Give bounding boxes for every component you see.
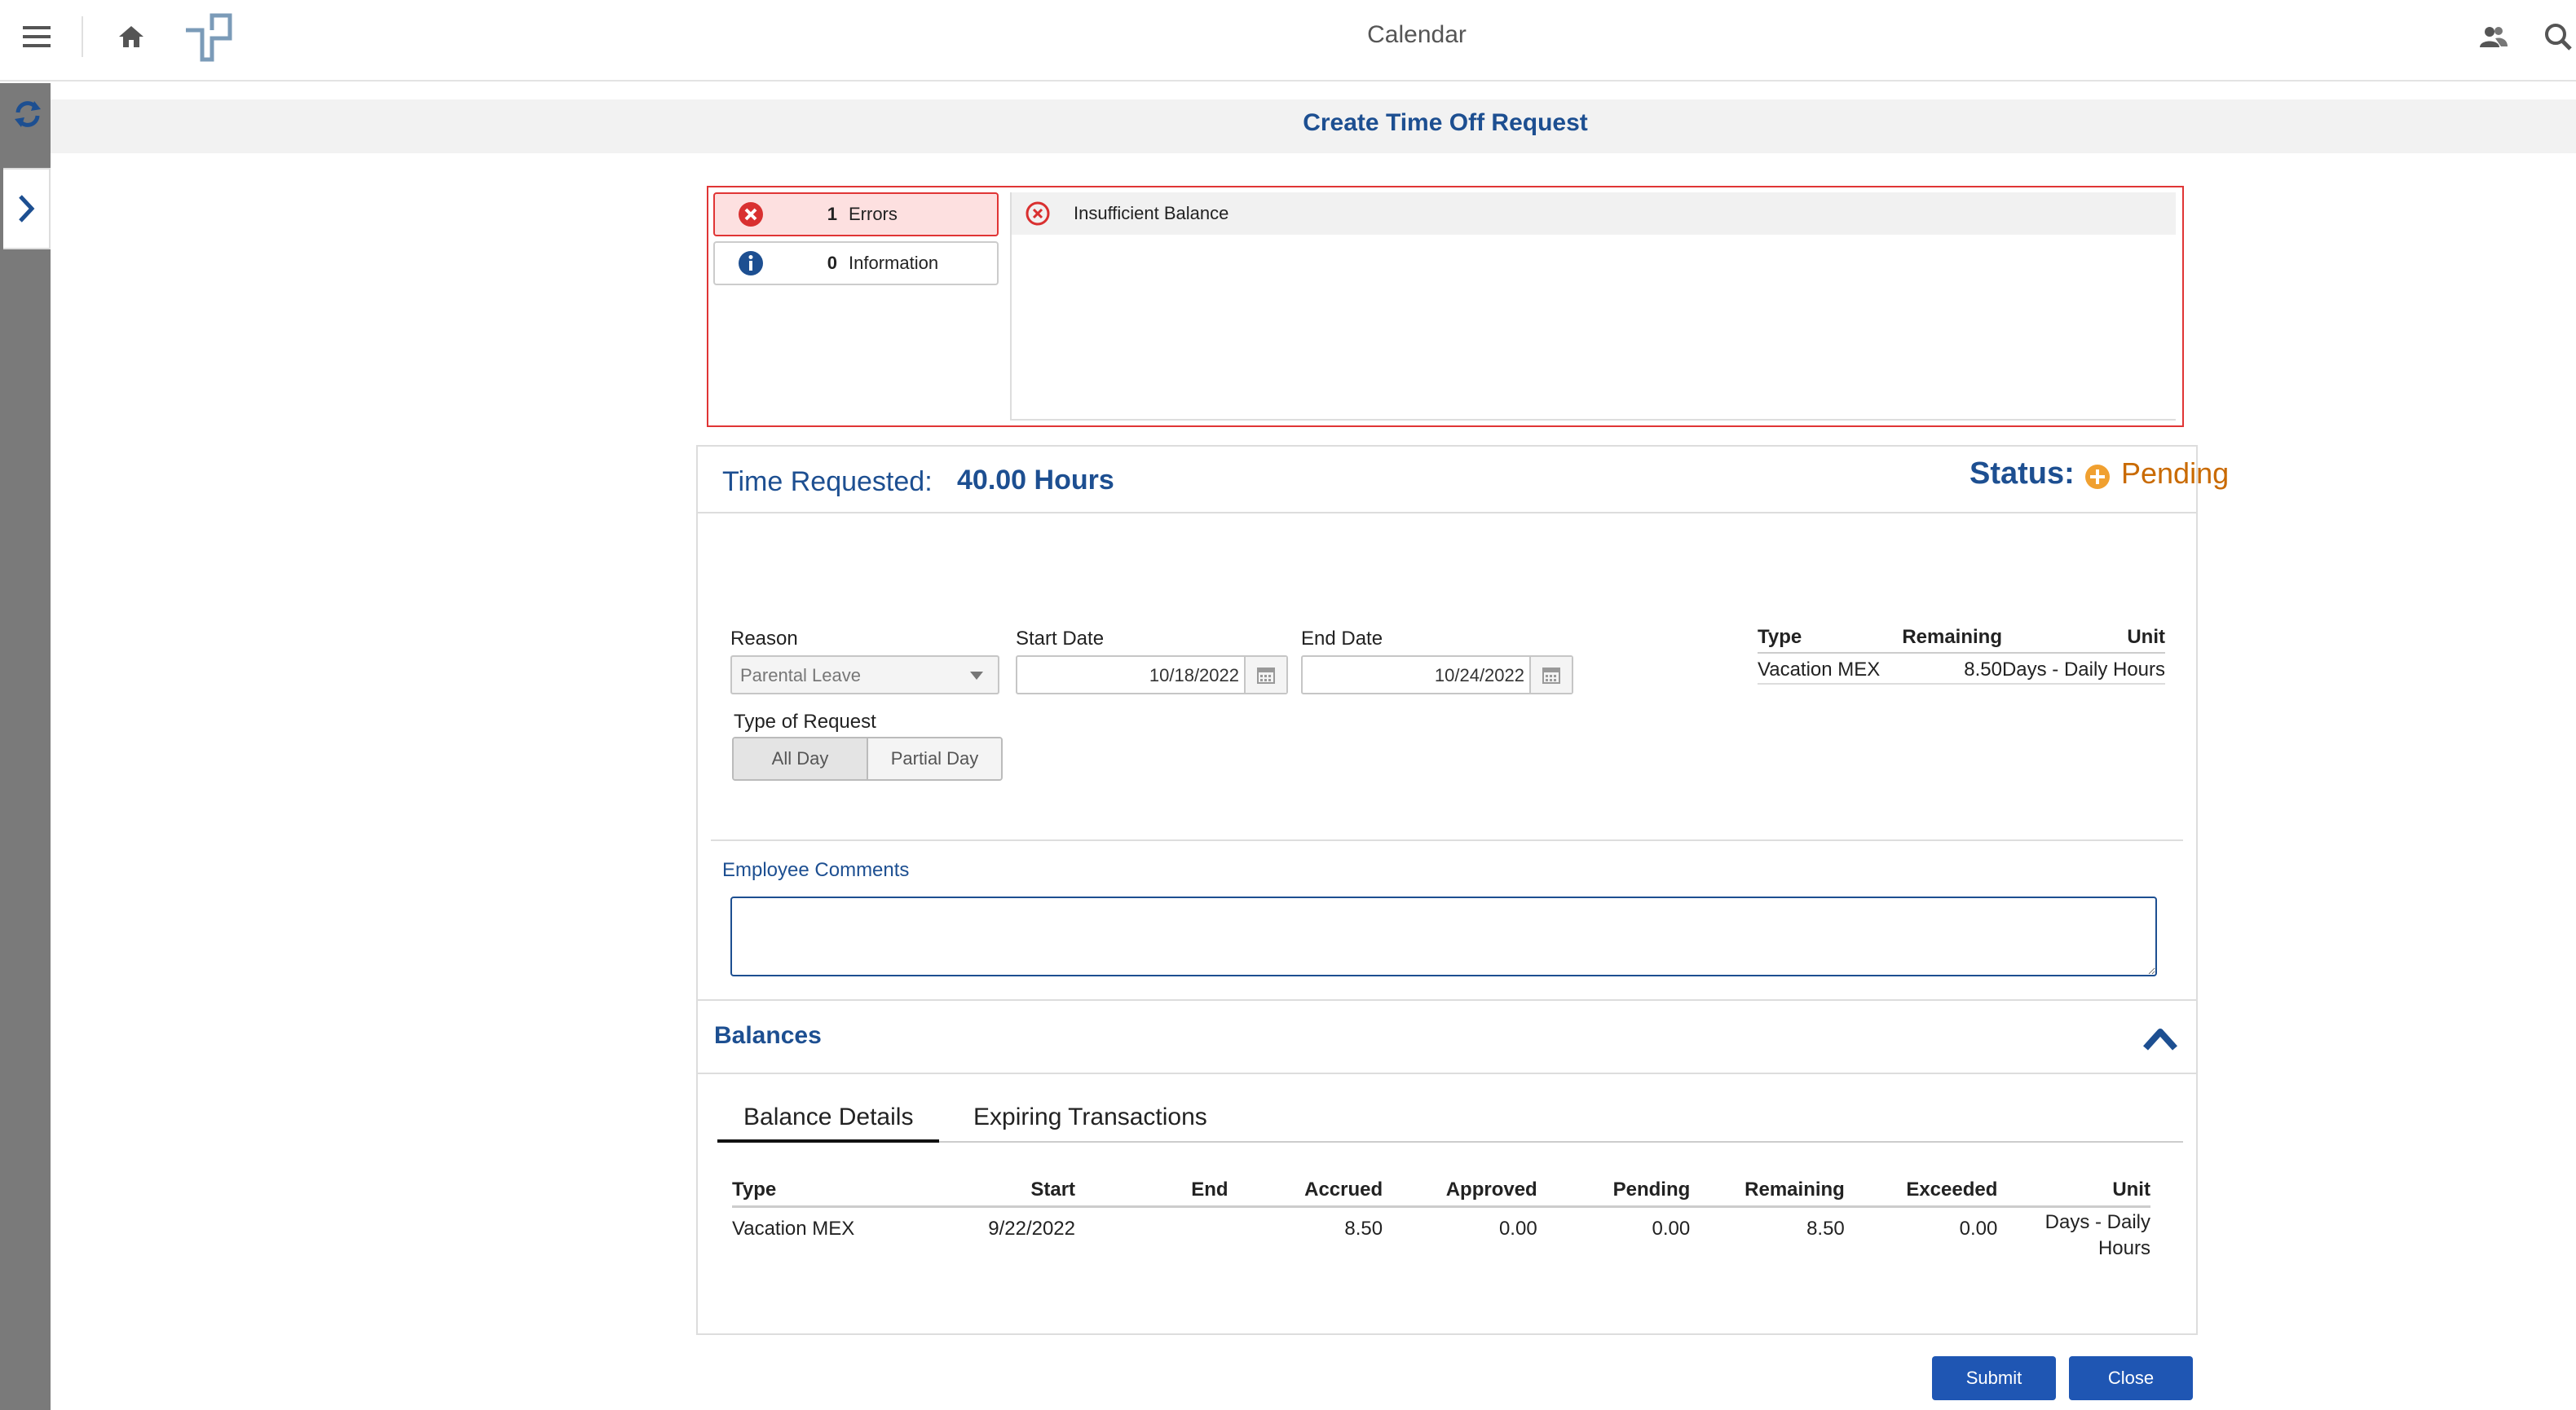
summary-row: Vacation MEX 8.50Days - Daily Hours <box>1758 654 2165 685</box>
error-icon <box>739 202 763 227</box>
employee-comments-input[interactable] <box>730 897 2157 976</box>
summary-header: Type Remaining Unit <box>1758 626 2165 654</box>
balance-tabs: Balance Details Expiring Transactions <box>717 1099 2183 1143</box>
reason-value: Parental Leave <box>740 665 861 685</box>
search-icon[interactable] <box>2540 18 2576 55</box>
message-panel: 1 Errors 0 Information Insufficient Bala… <box>707 186 2184 427</box>
reason-label: Reason <box>730 628 798 650</box>
type-of-request-label: Type of Request <box>734 711 876 733</box>
tab-balance-details[interactable]: Balance Details <box>717 1099 940 1143</box>
table-header: Type Start End Accrued Approved Pending … <box>732 1179 2150 1208</box>
chevron-right-icon <box>19 195 35 223</box>
summary-header-remaining: Remaining <box>1902 626 2002 648</box>
cell-accrued: 8.50 <box>1344 1218 1383 1240</box>
time-requested-row: Time Requested: 40.00 Hours Status: Pend… <box>698 447 2229 513</box>
header-end: End <box>1191 1179 1228 1201</box>
start-date-label: Start Date <box>1016 628 1105 650</box>
top-bar: Calendar <box>0 0 2576 82</box>
info-count: 0 <box>827 253 837 273</box>
information-tab[interactable]: 0 Information <box>713 241 999 285</box>
balances-title: Balances <box>714 1022 822 1049</box>
close-button[interactable]: Close <box>2069 1356 2193 1400</box>
calendar-icon[interactable] <box>1244 657 1286 693</box>
caret-down-icon <box>970 672 983 680</box>
remaining-summary: Type Remaining Unit Vacation MEX 8.50Day… <box>1758 626 2165 685</box>
message-list: Insufficient Balance <box>1010 192 2176 421</box>
cell-type: Vacation MEX <box>732 1218 855 1240</box>
balances-header[interactable]: Balances <box>698 999 2196 1074</box>
start-date-value: 10/18/2022 <box>1149 665 1239 685</box>
calendar-icon[interactable] <box>1529 657 1572 693</box>
header-exceeded: Exceeded <box>1906 1179 1998 1201</box>
tab-expiring-transactions[interactable]: Expiring Transactions <box>947 1099 1233 1143</box>
summary-header-unit: Unit <box>2127 626 2165 648</box>
header-accrued: Accrued <box>1304 1179 1383 1201</box>
table-row: Vacation MEX 9/22/2022 8.50 0.00 0.00 8.… <box>732 1208 2150 1262</box>
cell-pending: 0.00 <box>1652 1218 1691 1240</box>
refresh-icon[interactable] <box>11 98 44 130</box>
cell-approved: 0.00 <box>1498 1218 1537 1240</box>
reason-select[interactable]: Parental Leave <box>730 655 999 694</box>
time-requested-label: Time Requested: <box>722 466 933 497</box>
plus-circle-icon <box>2085 465 2110 489</box>
page-title: Create Time Off Request <box>1303 109 1588 136</box>
message-item[interactable]: Insufficient Balance <box>1012 192 2176 235</box>
cell-start: 9/22/2022 <box>988 1218 1076 1240</box>
errors-label: Errors <box>849 204 898 224</box>
page-header: Create Time Off Request <box>51 99 2576 153</box>
app-title: Calendar <box>1367 21 1467 48</box>
header-approved: Approved <box>1445 1179 1537 1201</box>
expand-sidebar-button[interactable] <box>3 168 51 249</box>
summary-remaining-unit: 8.50Days - Daily Hours <box>1964 659 2165 681</box>
header-remaining: Remaining <box>1745 1179 1845 1201</box>
start-date-field[interactable]: 10/18/2022 <box>1016 655 1288 694</box>
errors-count: 1 <box>827 204 837 224</box>
header-unit: Unit <box>2112 1179 2150 1201</box>
time-requested-value: 40.00 Hours <box>957 465 1114 496</box>
info-icon <box>739 251 763 275</box>
summary-type: Vacation MEX <box>1758 659 1881 681</box>
status-label: Status: <box>1969 456 2075 491</box>
people-icon[interactable] <box>2475 18 2512 55</box>
chevron-up-icon[interactable] <box>2142 1022 2178 1055</box>
divider <box>711 839 2183 841</box>
employee-comments-label: Employee Comments <box>722 859 910 881</box>
balance-table: Type Start End Accrued Approved Pending … <box>732 1179 2150 1262</box>
end-date-value: 10/24/2022 <box>1434 665 1524 685</box>
end-date-label: End Date <box>1301 628 1383 650</box>
main-content: Create Time Off Request 1 Errors 0 Infor… <box>51 99 2576 1410</box>
submit-button[interactable]: Submit <box>1932 1356 2056 1400</box>
partial-day-option[interactable]: Partial Day <box>868 738 1001 779</box>
info-label: Information <box>849 253 939 273</box>
cell-end <box>1075 1218 1228 1262</box>
error-icon <box>1026 201 1050 226</box>
header-pending: Pending <box>1612 1179 1691 1201</box>
header-start: Start <box>1030 1179 1076 1201</box>
summary-header-type: Type <box>1758 626 1802 648</box>
request-card: Time Requested: 40.00 Hours Status: Pend… <box>696 445 2229 1335</box>
status-value: Pending <box>2121 456 2230 490</box>
type-of-request-toggle: All Day Partial Day <box>732 737 1003 781</box>
end-date-field[interactable]: 10/24/2022 <box>1301 655 1573 694</box>
cell-remaining: 8.50 <box>1806 1218 1845 1240</box>
message-tabs: 1 Errors 0 Information <box>713 192 999 290</box>
cell-exceeded: 0.00 <box>1959 1218 1998 1240</box>
left-rail <box>0 83 51 1410</box>
errors-tab[interactable]: 1 Errors <box>713 192 999 236</box>
all-day-option[interactable]: All Day <box>734 738 868 779</box>
cell-unit: Days - Daily Hours <box>2044 1211 2150 1259</box>
message-text: Insufficient Balance <box>1074 203 1229 223</box>
header-type: Type <box>732 1179 777 1201</box>
